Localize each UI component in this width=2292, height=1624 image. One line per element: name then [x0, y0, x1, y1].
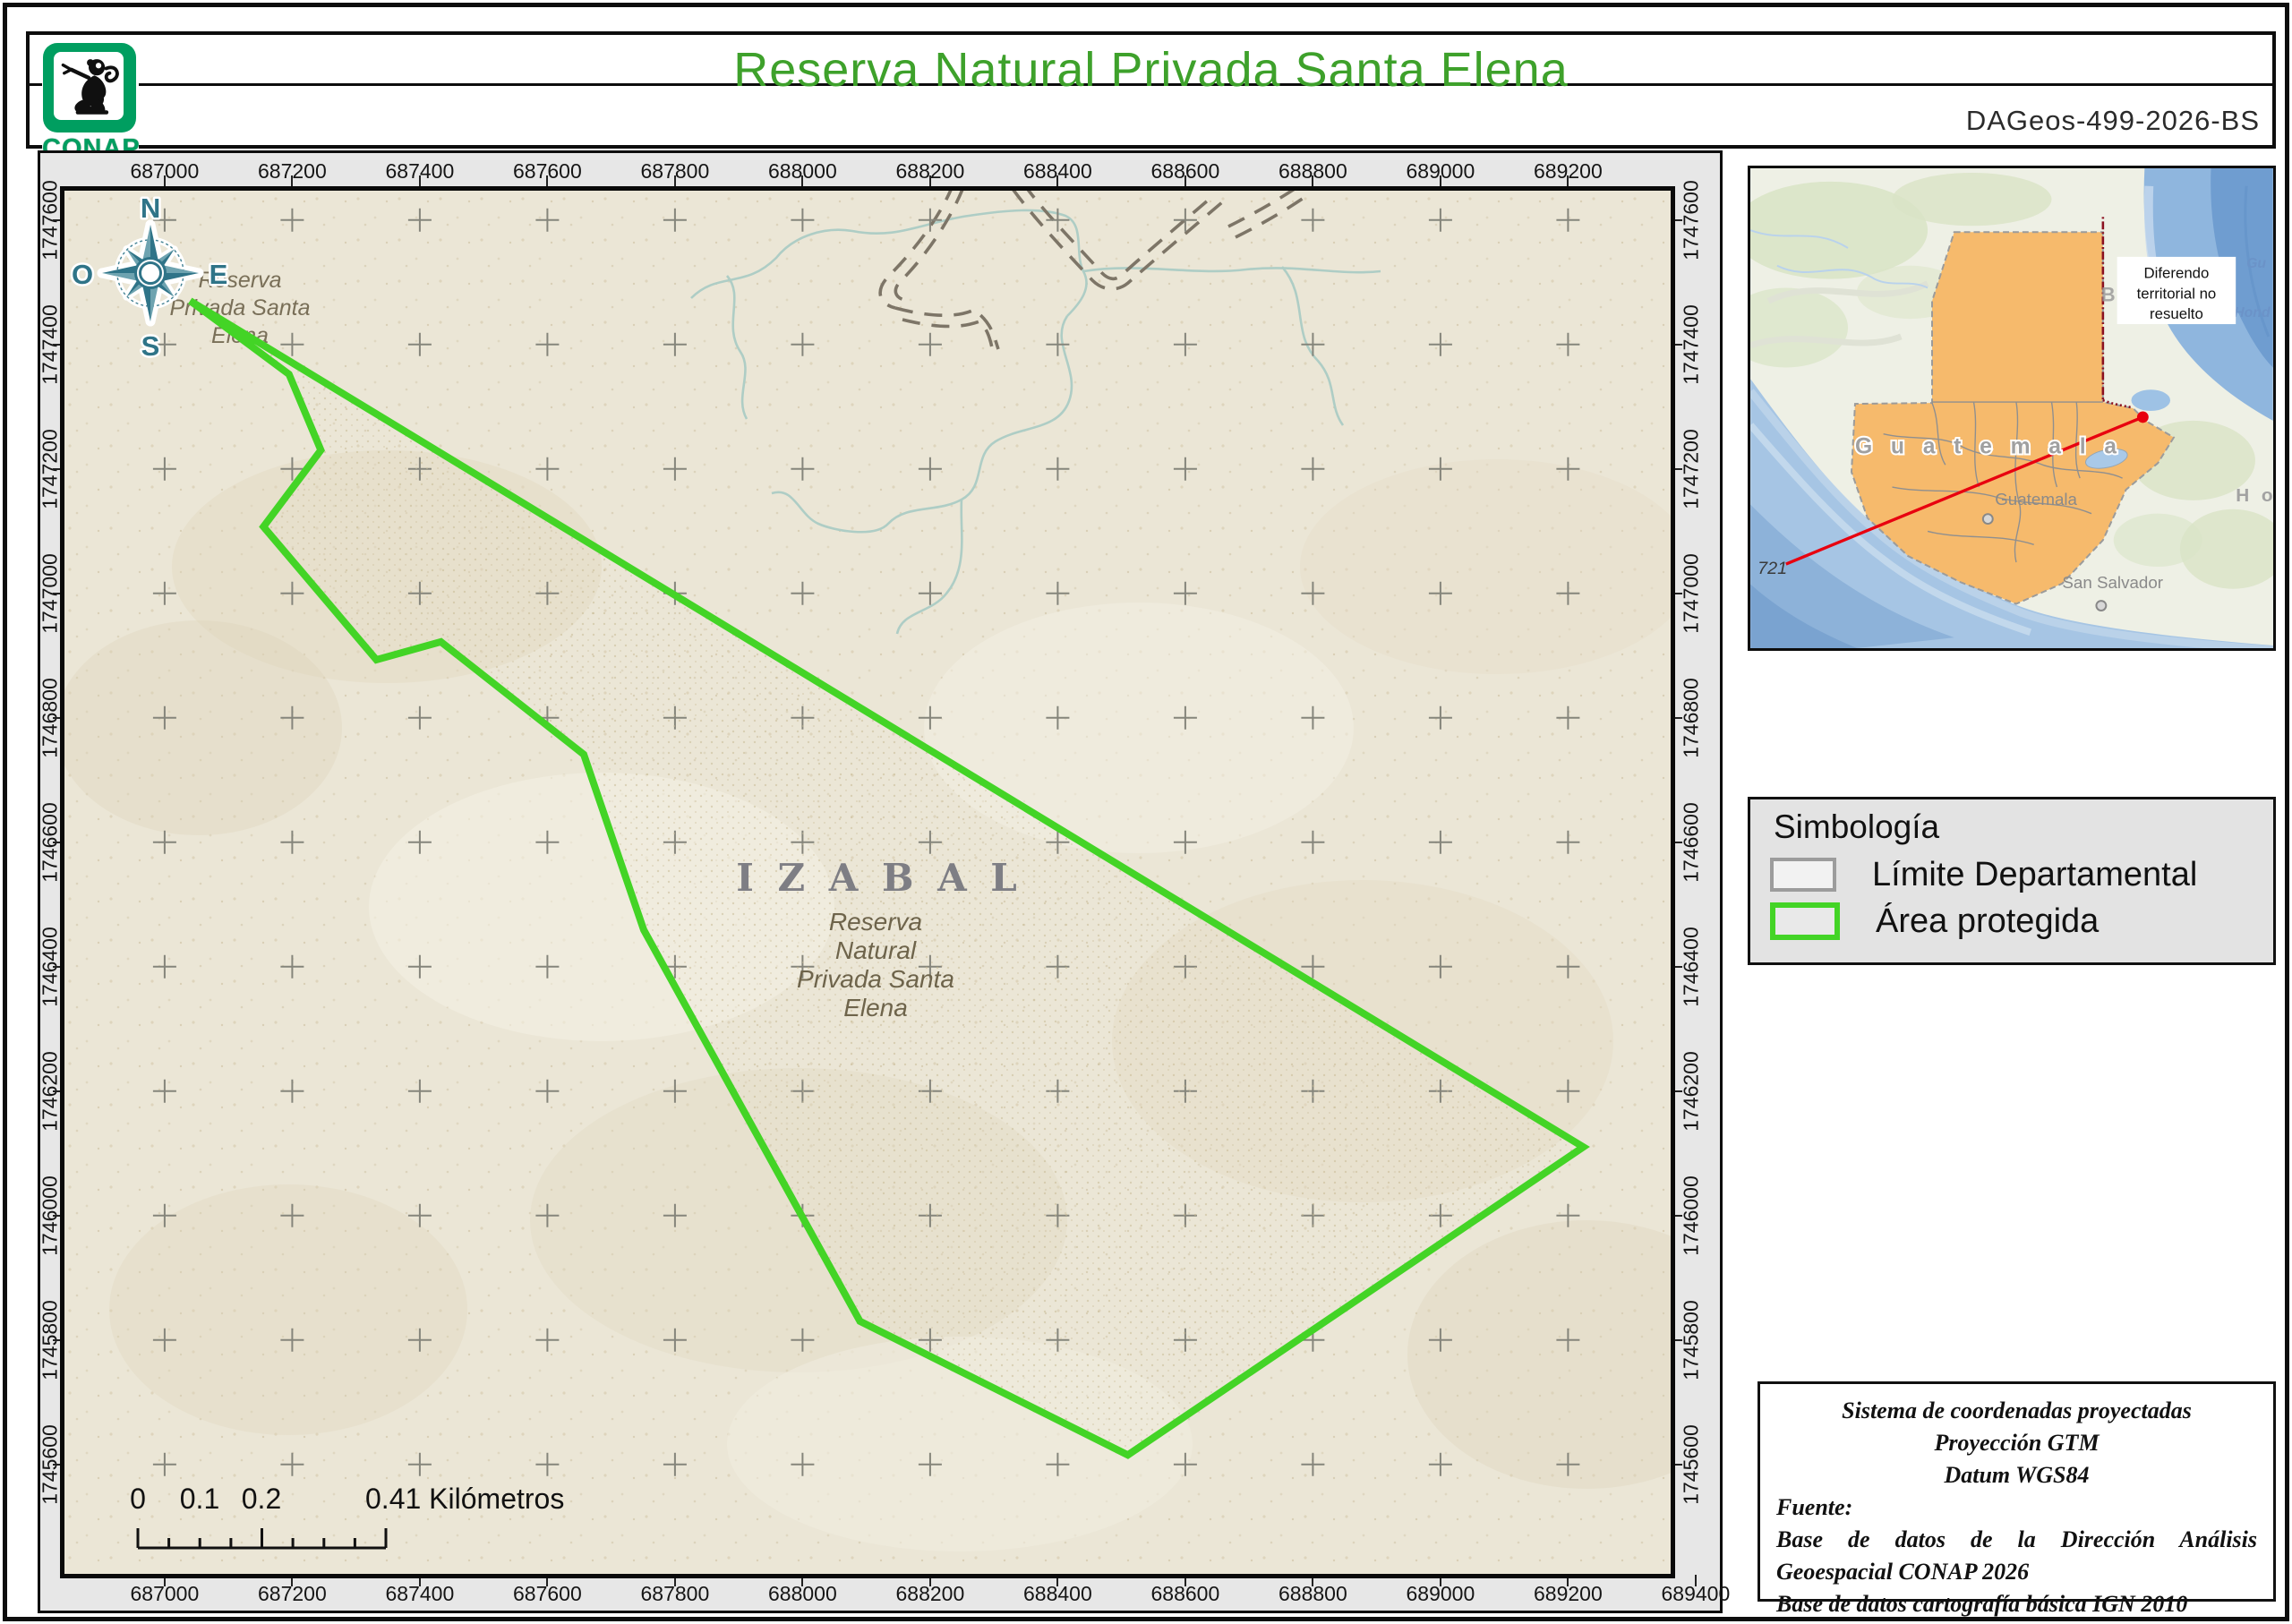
legend-title: Simbología — [1774, 808, 1939, 846]
crs-line: Proyección GTM — [1776, 1427, 2257, 1459]
inset-capital-label: Guatemala — [1995, 490, 2077, 509]
conap-logo: CONAP — [42, 41, 139, 168]
source-line: Base de datos cartografía básica IGN 201… — [1776, 1588, 2257, 1620]
header: Reserva Natural Privada Santa Elena DAGe… — [26, 31, 2276, 149]
svg-text:Privada Santa: Privada Santa — [169, 295, 310, 321]
svg-text:0.41 Kilómetros: 0.41 Kilómetros — [365, 1483, 564, 1515]
svg-text:Diferendo: Diferendo — [2144, 265, 2210, 282]
legend: Simbología Límite Departamental Área pro… — [1748, 797, 2276, 965]
svg-text:resuelto: resuelto — [2150, 305, 2203, 322]
grid-coordinate-label: 1746000 — [1680, 1175, 1704, 1256]
inset-ref-number: 721 — [1757, 559, 1787, 578]
grid-coordinate-label: 1747000 — [1680, 553, 1704, 634]
grid-coordinate-label: 1745800 — [1680, 1300, 1704, 1380]
inset-honduras-label: H o — [2236, 485, 2273, 506]
grid-coordinate-label: 1746600 — [1680, 802, 1704, 883]
svg-text:0.1: 0.1 — [180, 1483, 219, 1515]
legend-item-departmental: Límite Departamental — [1770, 855, 2197, 894]
inset-belize-label: B — [2101, 283, 2116, 305]
svg-text:Privada Santa: Privada Santa — [797, 965, 954, 993]
departmental-boundary-swatch — [1770, 858, 1836, 892]
grid-coordinate-label: 1746200 — [1680, 1051, 1704, 1132]
grid-tick — [1695, 1575, 1697, 1586]
grid-coordinate-label: 1747200 — [1680, 429, 1704, 509]
inset-country-label: G u a t e m a l a — [1855, 434, 2123, 458]
svg-text:Reserva: Reserva — [829, 908, 922, 936]
legend-item-label: Límite Departamental — [1872, 856, 2197, 894]
locator-dot — [2137, 411, 2149, 423]
document-code: DAGeos-499-2026-BS — [1966, 105, 2260, 137]
inset-capital-dot — [1983, 514, 1993, 524]
map-document: Reserva Natural Privada Santa Elena DAGe… — [0, 0, 2292, 1624]
inset-city-dot — [2096, 601, 2106, 611]
inset-city-label: San Salvador — [2062, 573, 2163, 592]
credits-box: Sistema de coordenadas proyectadas Proye… — [1757, 1381, 2276, 1602]
grid-coordinate-label: 1746800 — [1680, 678, 1704, 758]
compass-west-label: O — [72, 259, 93, 290]
source-heading: Fuente: — [1776, 1492, 2257, 1524]
legend-item-protected-area: Área protegida — [1770, 902, 2099, 941]
main-map: Reserva Privada Santa Elena N E S O I Z … — [64, 191, 1671, 1574]
compass-north-label: N — [141, 192, 160, 224]
logo-monkey-icon — [54, 52, 124, 120]
grid-coordinate-label: 1747400 — [1680, 304, 1704, 385]
compass-east-label: E — [210, 259, 228, 290]
grid-coordinate-label: 1745600 — [1680, 1424, 1704, 1505]
protected-area-swatch — [1770, 902, 1840, 940]
inset-note-box: Diferendo territorial no resuelto — [2117, 257, 2236, 324]
grid-coordinate-label: 1746400 — [1680, 927, 1704, 1007]
source-line: Base de datos de la Dirección Análisis G… — [1776, 1524, 2257, 1588]
svg-text:Natural: Natural — [835, 936, 917, 964]
svg-text:0: 0 — [130, 1483, 146, 1515]
inset-gulf-label-1: Gu — [2246, 256, 2266, 271]
inset-map: B Gu Hond 721 G u a t e m a l a Guatemal… — [1748, 166, 2276, 651]
grid-coordinate-label: 1747600 — [1680, 180, 1704, 261]
svg-text:Elena: Elena — [843, 994, 908, 1021]
compass-south-label: S — [141, 330, 160, 362]
crs-line: Sistema de coordenadas proyectadas — [1776, 1395, 2257, 1427]
svg-text:territorial no: territorial no — [2137, 285, 2217, 302]
inset-gulf-label-2: Hond — [2234, 305, 2271, 321]
page-title: Reserva Natural Privada Santa Elena — [30, 42, 2272, 98]
department-label: I Z A B A L — [736, 856, 1022, 900]
crs-line: Datum WGS84 — [1776, 1459, 2257, 1492]
svg-text:0.2: 0.2 — [242, 1483, 281, 1515]
legend-item-label: Área protegida — [1876, 902, 2099, 941]
